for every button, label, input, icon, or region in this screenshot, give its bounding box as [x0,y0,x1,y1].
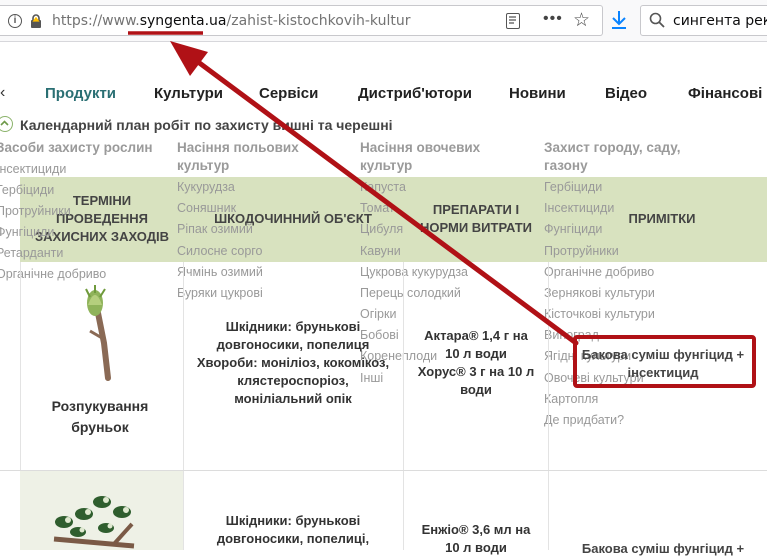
nav-item-products[interactable]: Продукти [45,85,116,102]
reader-view-icon[interactable] [506,13,520,29]
table-col-divider [403,262,404,550]
row2-products: Енжіо® 3,6 мл на 10 л води [421,522,531,555]
menu-col1-item[interactable]: Протруйники [0,204,71,218]
nav-item-finance[interactable]: Фінансові [688,85,762,102]
menu-col2-item[interactable]: Ріпак озимий [177,222,253,236]
insecure-lock-icon[interactable] [28,13,44,29]
nav-item-news[interactable]: Новини [509,85,566,102]
menu-col2-item[interactable]: Силосне сорго [177,244,263,258]
menu-col2-item[interactable]: Буряки цукрові [177,286,263,300]
search-input[interactable]: сингента реком [673,13,767,29]
row1-notes: Бакова суміш фунгіцид + інсектицид [581,347,745,380]
menu-col2-item[interactable]: Ячмінь озимий [177,265,263,279]
menu-col1-item[interactable]: Гербіциди [0,183,54,197]
menu-col3-item[interactable]: Перець солодкий [360,286,461,300]
menu-col4-item[interactable]: Виноград [544,328,599,342]
menu-col3-item[interactable]: Капуста [360,180,406,194]
menu-col4-item[interactable]: Де придбати? [544,413,624,427]
nav-item-cultures[interactable]: Культури [154,85,223,102]
menu-col1-header[interactable]: Засоби захисту рослин [0,139,153,157]
menu-col4-header[interactable]: Захист городу, саду, газону [544,139,681,175]
row2-object: Шкідники: брунькові довгоносики, попелиці… [216,513,370,546]
row2-notes: Бакова суміш фунгіцид + [581,541,745,556]
table-col-divider [183,262,184,550]
row1-object: Шкідники: брунькові довгоносики, попелиця… [196,319,390,406]
search-icon [649,12,665,28]
menu-col2-item[interactable]: Соняшник [177,201,236,215]
nav-item-distributors[interactable]: Дистриб'ютори [358,85,472,102]
menu-col4-item[interactable]: Гербіциди [544,180,602,194]
menu-col1-item[interactable]: Інсектициди [0,162,66,176]
menu-col2-item[interactable]: Кукурудза [177,180,235,194]
menu-col3-header[interactable]: Насіння овочевих культур [360,139,480,175]
nav-item-services[interactable]: Сервіси [259,85,318,102]
menu-col4-item[interactable]: Кісточкові культури [544,307,655,321]
menu-col1-item[interactable]: Ретарданти [0,246,63,260]
menu-col1-item[interactable]: Органічне добриво [0,267,106,281]
header-products: ПРЕПАРАТИ І НОРМИ ВИТРАТИ [419,202,532,235]
page-actions-icon[interactable]: ••• [543,10,563,28]
row1-stage: Розпукування бруньок [51,398,149,435]
nav-menu-arrow-icon[interactable]: ‹ [0,84,5,102]
menu-col1-item[interactable]: Фунгіциди [0,225,54,239]
url-text[interactable]: https://www.syngenta.ua/zahist-kistochko… [52,13,411,29]
menu-col4-item[interactable]: Картопля [544,392,598,406]
row1-products: Актара® 1,4 г на 10 л води Хорус® 3 г на 1… [417,328,535,397]
bud-branch-image [78,283,128,383]
info-icon[interactable]: i [8,14,22,28]
menu-col3-item[interactable]: Цибуля [360,222,403,236]
menu-col4-item[interactable]: Зернякові культури [544,286,655,300]
menu-col2-header[interactable]: Насіння польових культур [177,139,299,175]
flowering-branch-image [44,484,144,550]
back-chevron-icon[interactable] [0,116,13,132]
browser-toolbar: i https://www.syngenta.ua/zahist-kistoch… [0,0,767,42]
annotation-arrowhead [170,41,208,76]
menu-col4-item[interactable]: Органічне добриво [544,265,654,279]
menu-col3-item[interactable]: Томат [360,201,395,215]
menu-col4-item[interactable]: Інсектициди [544,201,614,215]
bookmark-star-icon[interactable]: ☆ [573,9,590,32]
url-bar[interactable]: i https://www.syngenta.ua/zahist-kistoch… [0,5,603,36]
menu-col4-item[interactable]: Протруйники [544,244,619,258]
table-col-divider [548,262,549,550]
page-title: Календарний план робіт по захисту вишні … [20,117,393,133]
menu-col3-item[interactable]: Цукрова кукурудза [360,265,468,279]
download-icon[interactable] [610,9,628,31]
nav-item-video[interactable]: Відео [605,85,647,102]
search-box[interactable]: сингента реком [640,5,767,36]
menu-col3-item[interactable]: Кавуни [360,244,401,258]
menu-col4-item[interactable]: Фунгіциди [544,222,602,236]
